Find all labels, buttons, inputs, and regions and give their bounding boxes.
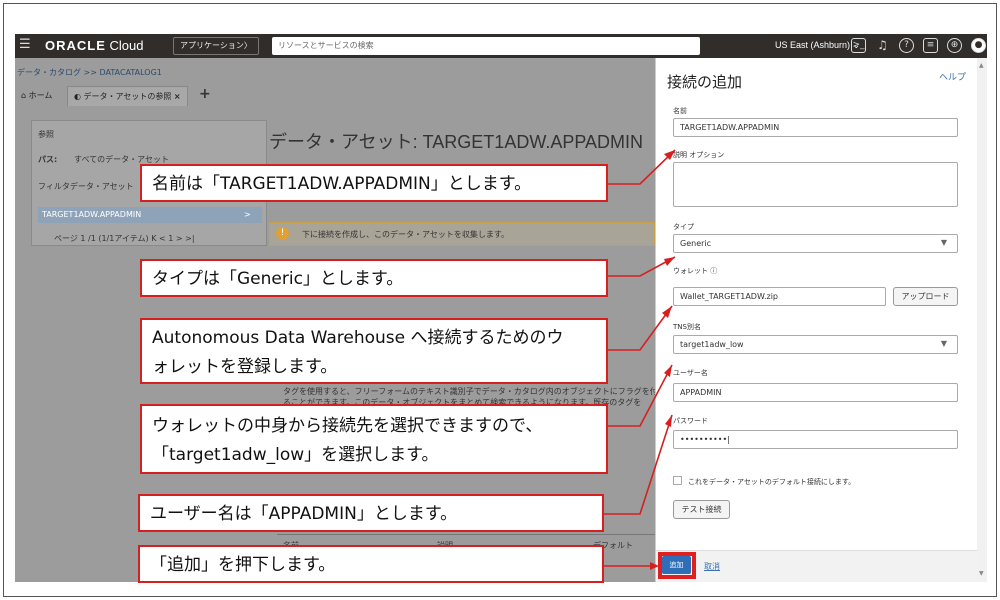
callout-tns: ウォレットの中身から接続先を選択できますので、 「target1adw_low」… (140, 404, 608, 474)
arrow-to-username (604, 414, 673, 515)
arrow-to-name (608, 149, 676, 185)
callout-type: タイプは「Generic」とします。 (140, 259, 608, 297)
callout-add: 「追加」を押下します。 (138, 545, 604, 583)
callout-username: ユーザー名は「APPADMIN」とします。 (138, 494, 604, 532)
arrow-to-wallet (608, 305, 673, 351)
callout-name: 名前は「TARGET1ADW.APPADMIN」とします。 (140, 164, 608, 202)
callout-wallet: Autonomous Data Warehouse へ接続するためのウ ォレット… (140, 318, 608, 384)
arrow-to-tns (608, 364, 673, 427)
